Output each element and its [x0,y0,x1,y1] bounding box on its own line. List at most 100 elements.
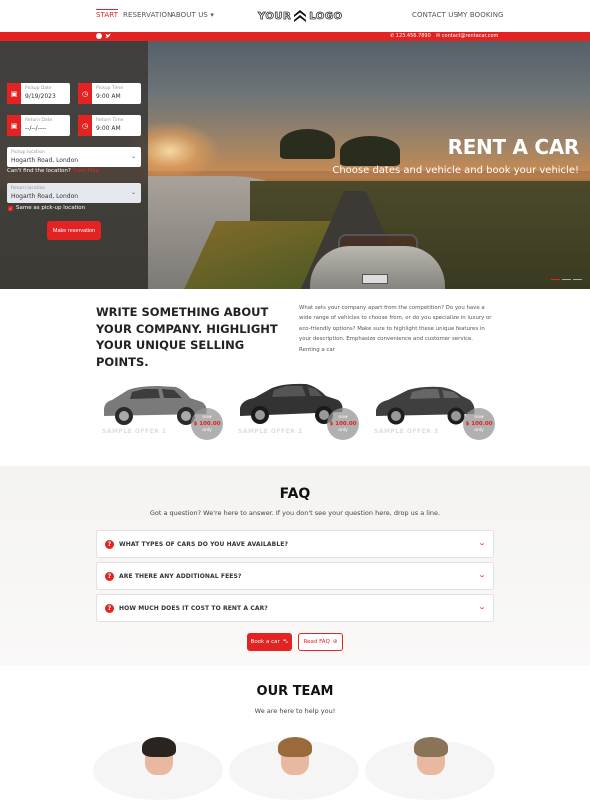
contact-bar: ✆ 123.456.7890 ✉ contact@rentacar.com [0,32,590,41]
hero-convertible-car [310,226,445,289]
team-member-photo [93,735,223,800]
return-time-value: 9:00 AM [96,125,121,132]
clock-icon: ◷ [78,115,92,136]
team-member-photo [229,735,359,800]
chevron-down-icon: ⌄ [130,189,136,196]
return-location-value: Hogarth Road, London [11,193,79,200]
nav-start[interactable]: START [96,9,119,19]
question-icon: ? [105,539,114,549]
clock-icon: ◷ [78,83,92,104]
logo-text-left: YOUR [258,10,292,22]
make-reservation-button[interactable]: Make reservation [47,221,101,240]
chevron-down-icon: ▾ [210,11,214,19]
same-as-pickup-checkbox[interactable]: ✓ Same as pick-up location [8,205,85,211]
hero-title: RENT A CAR [447,135,580,159]
pickup-location-value: Hogarth Road, London [11,157,79,164]
chevron-down-icon: ⌄ [477,539,487,547]
email-address: contact@rentacar.com [441,33,499,39]
car-offer-card[interactable]: SAMPLE OFFER 3 now $ 100.00 only [370,378,495,443]
chevron-down-icon: ⌄ [130,153,136,160]
faq-item[interactable]: ? ARE THERE ANY ADDITIONAL FEES? ⌄ [96,562,494,590]
faq-title: FAQ [279,486,311,502]
car-offer-name: SAMPLE OFFER 1 [102,428,167,435]
car-offer-name: SAMPLE OFFER 3 [374,428,439,435]
faq-question: HOW MUCH DOES IT COST TO RENT A CAR? [119,604,268,612]
price-value: $ 100.00 [465,421,493,427]
team-subtitle: We are here to help you! [254,707,336,715]
car-offer-card[interactable]: SAMPLE OFFER 2 now $ 100.00 only [234,378,359,443]
chevron-down-icon: ⌄ [477,571,487,579]
hero-trees [340,136,400,166]
cant-find-location: Can't find the location? View Map [7,168,99,174]
faq-item[interactable]: ? WHAT TYPES OF CARS DO YOU HAVE AVAILAB… [96,530,494,558]
faq-question: WHAT TYPES OF CARS DO YOU HAVE AVAILABLE… [119,540,289,548]
car-offer-name: SAMPLE OFFER 2 [238,428,303,435]
car-offer-card[interactable]: SAMPLE OFFER 1 now $ 100.00 only [98,378,223,443]
checkmark-icon: ✓ [8,205,13,211]
car-icon: ⛍ [282,638,289,645]
price-only-label: only [202,428,212,433]
pickup-date-field[interactable]: ▣ Pickup Date 9/19/2023 [7,83,70,104]
nav-reservation[interactable]: RESERVATION [123,11,172,19]
book-a-car-label: Book a car [250,639,280,645]
slide-indicator[interactable] [573,278,582,280]
phone-contact[interactable]: ✆ 123.456.7890 [390,33,431,39]
top-navigation: START RESERVATION ABOUT US ▾ YOUR LOGO C… [0,0,590,32]
logo[interactable]: YOUR LOGO [258,9,342,23]
nav-my-booking[interactable]: MY BOOKING [457,11,504,19]
return-date-label: Return Date [25,118,53,123]
return-date-value: --/--/---- [25,125,47,132]
question-circle-icon: ⊛ [332,639,338,645]
question-icon: ? [105,603,114,613]
calendar-icon: ▣ [7,115,21,136]
pickup-date-value: 9/19/2023 [25,93,56,100]
calendar-icon: ▣ [7,83,21,104]
slide-indicator[interactable] [562,278,571,280]
price-value: $ 100.00 [193,421,221,427]
return-time-label: Return Time [96,118,124,123]
chevron-down-icon: ⌄ [477,603,487,611]
twitter-icon[interactable] [105,33,111,39]
cant-find-text: Can't find the location? [7,168,71,174]
instagram-icon[interactable] [96,33,102,39]
price-badge: now $ 100.00 only [191,408,223,440]
logo-text-right: LOGO [309,10,343,22]
nav-about-us[interactable]: ABOUT US ▾ [171,11,214,19]
return-location-select[interactable]: Return location Hogarth Road, London ⌄ [7,183,141,203]
hero-slider: RENT A CAR Choose dates and vehicle and … [0,41,590,289]
view-map-link[interactable]: View Map [73,168,99,174]
question-icon: ? [105,571,114,581]
about-text: What sets your company apart from the co… [299,305,492,353]
email-icon: ✉ [436,33,441,39]
price-only-label: only [474,428,484,433]
price-now-label: now [338,415,348,420]
email-contact[interactable]: ✉ contact@rentacar.com [436,33,498,39]
same-as-pickup-label: Same as pick-up location [16,205,86,211]
faq-question: ARE THERE ANY ADDITIONAL FEES? [119,572,242,580]
nav-about-us-label: ABOUT US [171,11,208,19]
return-date-field[interactable]: ▣ Return Date --/--/---- [7,115,70,136]
price-now-label: now [474,415,484,420]
slide-indicator[interactable] [551,278,560,280]
pickup-time-field[interactable]: ◷ Pickup Time 9:00 AM [78,83,141,104]
read-faq-label: Read FAQ [303,639,330,645]
price-value: $ 100.00 [329,421,357,427]
faq-item[interactable]: ? HOW MUCH DOES IT COST TO RENT A CAR? ⌄ [96,594,494,622]
hero-trees [280,129,335,159]
price-badge: now $ 100.00 only [327,408,359,440]
price-now-label: now [202,415,212,420]
nav-contact-us[interactable]: CONTACT US [412,11,458,19]
pickup-location-select[interactable]: Pickup location Hogarth Road, London ⌄ [7,147,141,167]
pickup-time-label: Pickup Time [96,86,123,91]
pickup-time-value: 9:00 AM [96,93,121,100]
read-faq-button[interactable]: Read FAQ ⊛ [298,633,343,651]
return-time-field[interactable]: ◷ Return Time 9:00 AM [78,115,141,136]
team-title: OUR TEAM [256,684,334,699]
return-location-label: Return location [11,186,46,191]
book-a-car-button[interactable]: Book a car ⛍ [247,633,292,651]
logo-chevrons-icon [294,10,307,22]
pickup-date-label: Pickup Date [25,86,52,91]
about-heading: WRITE SOMETHING ABOUT YOUR COMPANY. HIGH… [96,305,278,369]
phone-icon: ✆ [390,33,395,39]
hero-subtitle: Choose dates and vehicle and book your v… [332,165,579,176]
